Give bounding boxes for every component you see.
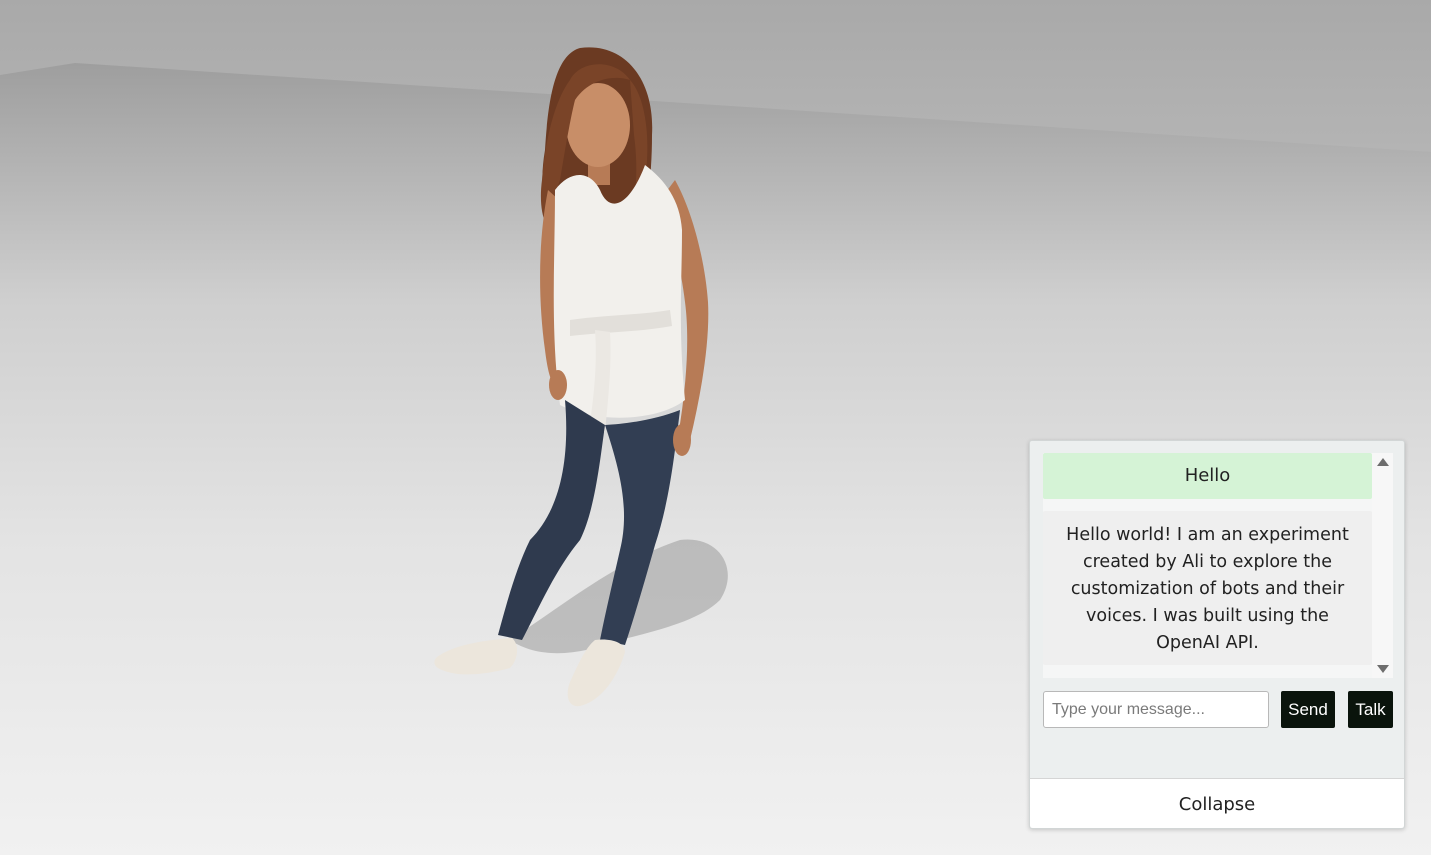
message-list[interactable]: Hello Hello world! I am an experiment cr… [1043, 453, 1393, 678]
avatar-figure [434, 47, 728, 707]
send-button[interactable]: Send [1281, 691, 1335, 728]
scroll-up-arrow-icon[interactable] [1377, 458, 1389, 466]
message-input[interactable] [1043, 691, 1269, 728]
talk-button[interactable]: Talk [1348, 691, 1393, 728]
user-message: Hello [1043, 453, 1372, 499]
chat-panel: Hello Hello world! I am an experiment cr… [1029, 440, 1405, 829]
scroll-down-arrow-icon[interactable] [1377, 665, 1389, 673]
bot-message: Hello world! I am an experiment created … [1043, 511, 1372, 665]
chat-input-row: Send Talk [1043, 691, 1393, 729]
collapse-button[interactable]: Collapse [1030, 778, 1404, 828]
message-list-scrollbar[interactable] [1372, 453, 1393, 678]
